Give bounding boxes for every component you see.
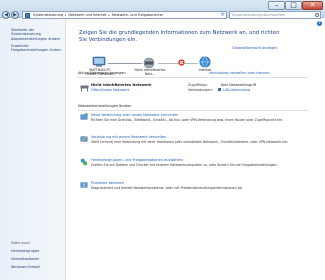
computer-icon <box>92 56 106 67</box>
refresh-icon[interactable]: ⟳ <box>221 12 225 18</box>
sidebar-link-advanced-sharing[interactable]: Erweiterte Freigabeeinstellungen ändern <box>11 44 65 52</box>
task-connect-network-link[interactable]: Verbindung mit einem Netzwerk herstellen <box>91 135 166 139</box>
breadcrumb-network-internet[interactable]: Netzwerk und Internet <box>68 13 106 17</box>
sidebar: Startseite der Systemsteuerung Adapterei… <box>0 19 66 280</box>
close-button[interactable]: ✕ <box>302 1 323 10</box>
breadcrumb-separator-icon[interactable]: ▸ <box>108 13 110 17</box>
forward-arrow-icon: ▶ <box>13 12 17 18</box>
lan-connection-icon <box>218 88 221 91</box>
sidebar-link-adapter-settings[interactable]: Adaptereinstellungen ändern <box>11 37 65 41</box>
task-connect-network-desc: Stellt (erneut) eine Verbindung mit eine… <box>91 140 289 144</box>
breadcrumb-separator-icon[interactable]: ▸ <box>65 13 67 17</box>
network-type-link[interactable]: Öffentliches Netzwerk <box>91 88 130 92</box>
globe-icon <box>199 56 211 68</box>
breadcrumb-control-panel[interactable]: Systemsteuerung <box>33 13 63 17</box>
sidebar-link-internet-options[interactable]: Internetoptionen <box>11 257 65 261</box>
sidebar-link-windows-firewall[interactable]: Windows-Firewall <box>11 265 65 269</box>
task-homegroup-desc: Greifen Sie auf Dateien und Drucker auf … <box>91 163 278 167</box>
sidebar-link-homegroup[interactable]: Heimnetzgruppe <box>11 249 65 253</box>
no-connection-icon <box>178 59 185 66</box>
title-bar: – □ ✕ ◀ ▶ Systemsteuerung ▸ Netzwerk und… <box>0 0 325 19</box>
page-title: Zeigen Sie die grundlegenden Information… <box>79 30 280 43</box>
search-input[interactable]: Systemsteuerung durchsuchen <box>229 11 321 19</box>
breadcrumb-network-sharing-center[interactable]: Netzwerk- und Freigabecenter <box>112 13 163 17</box>
connect-disconnect-link[interactable]: Verbindung herstellen oder trennen <box>209 71 270 75</box>
connections-label: Verbindungen: <box>188 88 213 92</box>
map-connection-line <box>108 63 142 64</box>
control-panel-icon <box>25 13 30 18</box>
new-connection-icon <box>80 113 88 120</box>
maximize-button[interactable]: □ <box>285 1 302 10</box>
see-also-heading: Siehe auch <box>11 241 30 245</box>
homegroup-icon <box>80 158 88 166</box>
active-networks-label: Aktive Netzwerke anzeigen <box>78 71 126 75</box>
search-placeholder: Systemsteuerung durchsuchen <box>232 13 285 17</box>
change-settings-label: Netzwerkeinstellungen ändern <box>78 104 132 108</box>
connect-network-icon <box>80 136 88 142</box>
public-network-bench-icon <box>80 85 89 92</box>
search-icon[interactable] <box>315 13 319 17</box>
minimize-button[interactable]: – <box>268 1 285 10</box>
forward-button[interactable]: ▶ <box>11 11 19 19</box>
task-troubleshoot-desc: Diagnostiziert und behebt Netzwerkproble… <box>91 186 243 190</box>
troubleshoot-icon <box>80 182 88 188</box>
back-button[interactable]: ◀ <box>2 11 10 19</box>
section-divider <box>78 110 308 111</box>
back-arrow-icon: ◀ <box>4 12 8 18</box>
task-new-connection-link[interactable]: Neue Verbindung oder neues Netzwerk einr… <box>91 113 178 117</box>
sidebar-link-control-panel-home[interactable]: Startseite der Systemsteuerung <box>11 28 65 36</box>
help-icon[interactable]: ? <box>317 21 322 26</box>
full-map-link[interactable]: Gesamtübersicht anzeigen <box>232 46 278 50</box>
task-troubleshoot-link[interactable]: Probleme beheben <box>91 181 124 185</box>
section-divider <box>78 77 308 78</box>
network-name: Nicht identifiziertes Netzwerk <box>91 83 152 87</box>
lan-connection-link[interactable]: LAN-Verbindung <box>223 88 250 92</box>
access-type-label: Zugriffstyp: <box>188 83 208 87</box>
task-homegroup-link[interactable]: Heimnetzgruppen- und Freigabeoptionen au… <box>91 158 183 162</box>
access-type-value: Kein Netzwerkzugriff <box>221 83 257 87</box>
address-bar[interactable]: Systemsteuerung ▸ Netzwerk und Internet … <box>22 11 227 19</box>
map-label-network: Nicht identifiziertes Netz... <box>134 68 166 76</box>
task-new-connection-desc: Richten Sie eine Drahtlos-, Breitband-, … <box>91 118 283 122</box>
